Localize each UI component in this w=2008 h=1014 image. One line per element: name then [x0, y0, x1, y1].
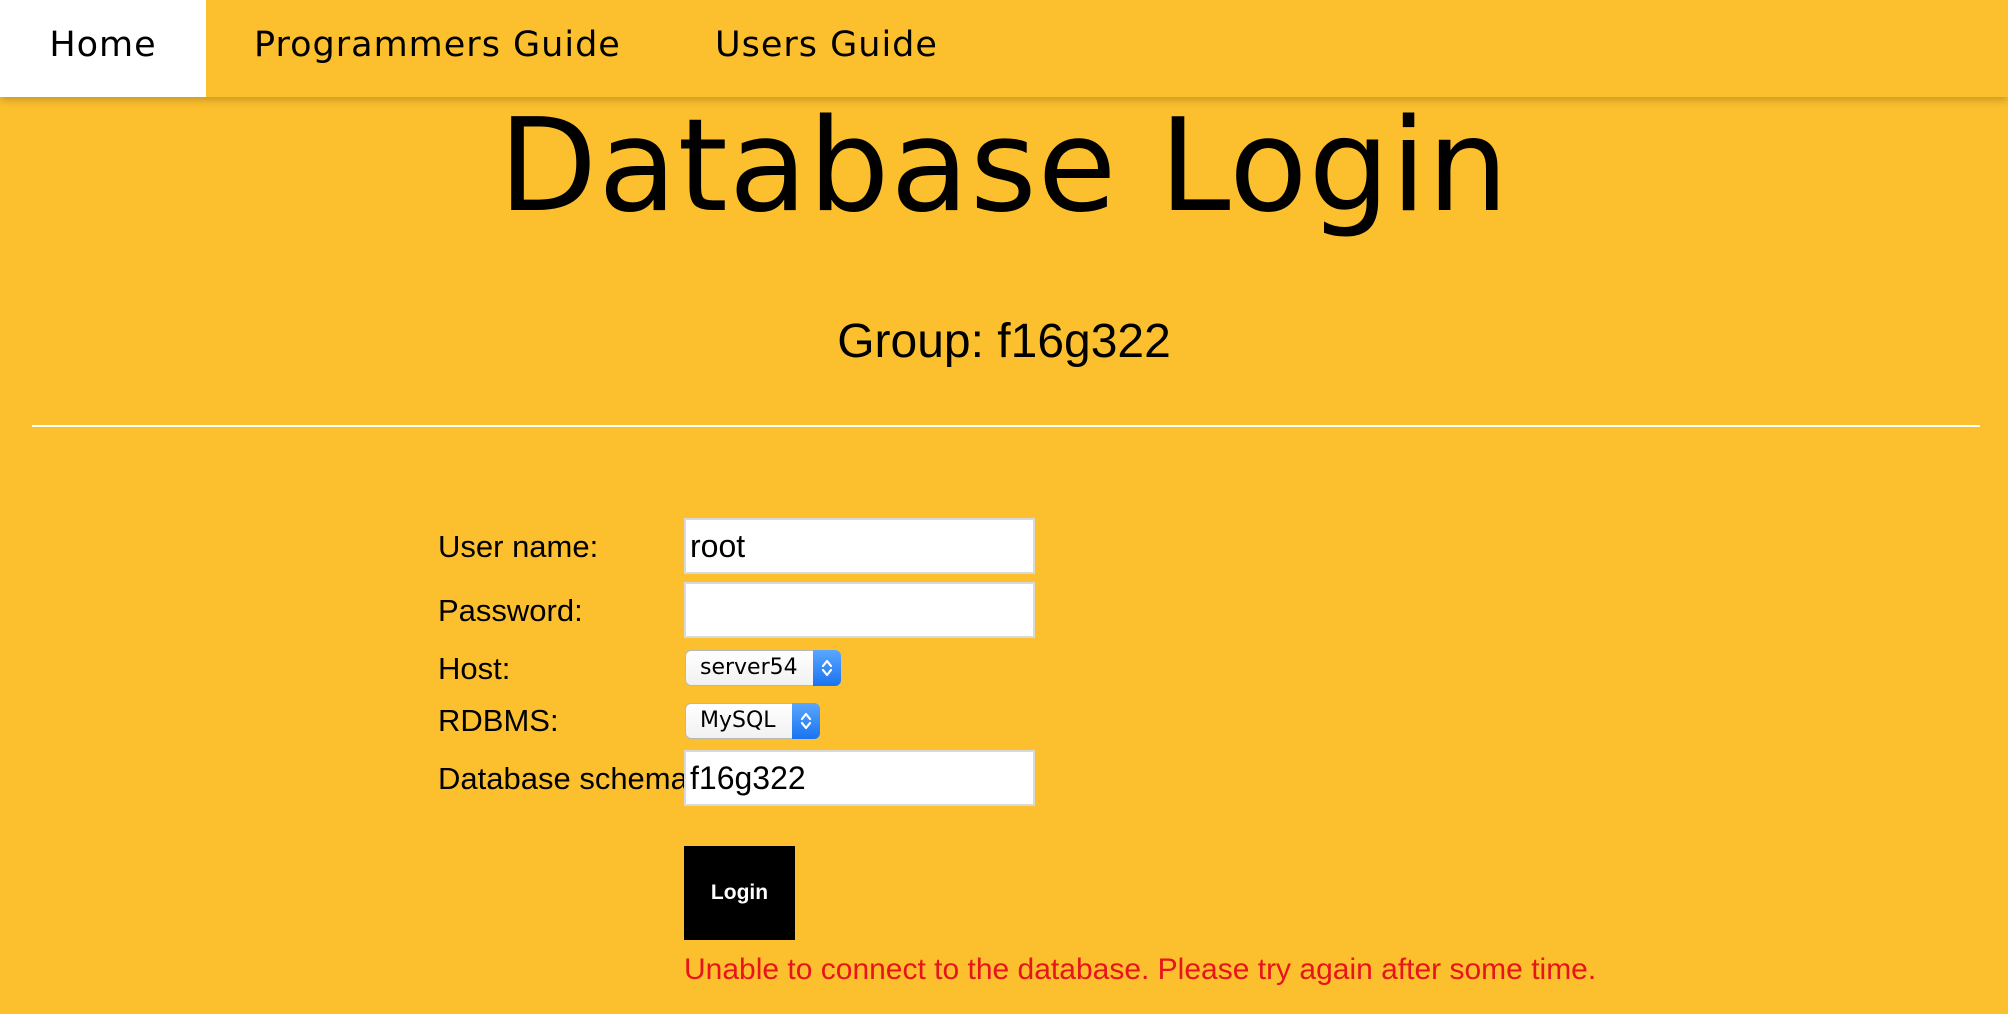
top-nav: Home Programmers Guide Users Guide [0, 0, 2008, 97]
nav-tab-programmers-guide[interactable]: Programmers Guide [254, 0, 621, 97]
host-select[interactable]: server54 [685, 650, 841, 686]
nav-tab-users-guide[interactable]: Users Guide [715, 0, 938, 97]
select-chevron-icon [813, 650, 841, 686]
select-chevron-icon [792, 703, 820, 739]
group-label: Group: f16g322 [837, 315, 1171, 368]
host-label: Host: [438, 651, 511, 686]
rdbms-select-value: MySQL [700, 708, 776, 733]
nav-tab-home[interactable]: Home [0, 0, 206, 97]
rdbms-select[interactable]: MySQL [685, 703, 820, 739]
rdbms-label: RDBMS: [438, 703, 559, 738]
password-label: Password: [438, 593, 583, 628]
username-label: User name: [438, 529, 599, 564]
page-title: Database Login [498, 92, 1510, 241]
username-input[interactable] [684, 518, 1035, 574]
divider [32, 425, 1980, 427]
login-button[interactable]: Login [684, 846, 795, 940]
host-select-value: server54 [700, 655, 798, 680]
schema-input[interactable] [684, 750, 1035, 806]
password-input[interactable] [684, 582, 1035, 638]
error-message: Unable to connect to the database. Pleas… [684, 953, 1597, 986]
schema-label: Database schema: [438, 761, 697, 796]
